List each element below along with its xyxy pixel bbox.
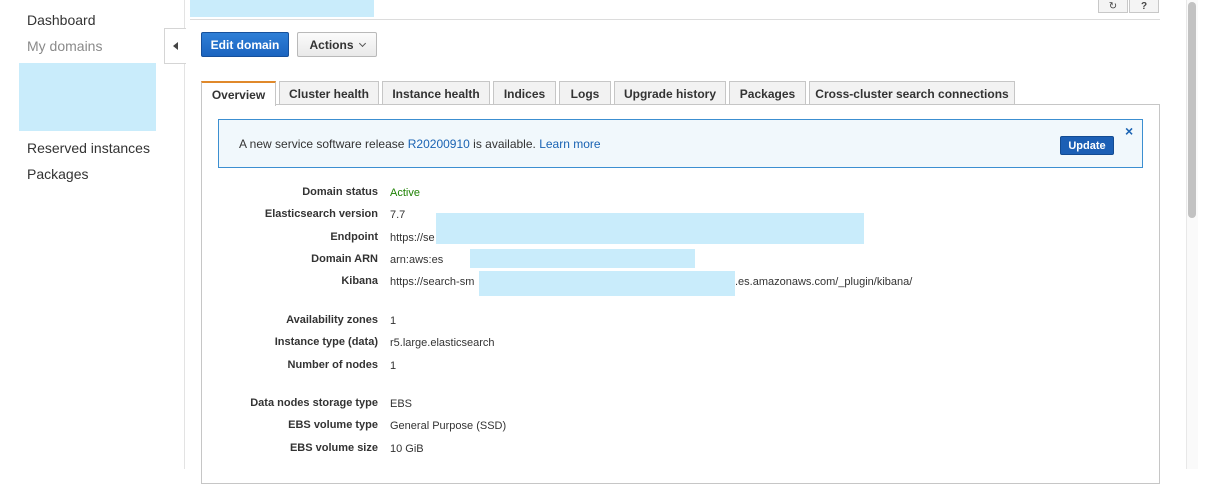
redacted-domain-list bbox=[19, 63, 156, 131]
caret-left-icon bbox=[173, 42, 178, 50]
chevron-down-icon bbox=[358, 39, 366, 47]
refresh-button[interactable]: ↻ bbox=[1098, 0, 1128, 13]
tab-upgrade-history[interactable]: Upgrade history bbox=[614, 81, 726, 105]
storage-type-label: Data nodes storage type bbox=[250, 397, 378, 409]
left-navigation: Dashboard My domains Reserved instances … bbox=[0, 0, 185, 469]
close-icon[interactable]: × bbox=[1125, 124, 1133, 138]
help-icon: ? bbox=[1140, 0, 1148, 12]
edit-domain-button[interactable]: Edit domain bbox=[201, 32, 289, 57]
tab-cluster-health[interactable]: Cluster health bbox=[279, 81, 379, 105]
number-of-nodes-label: Number of nodes bbox=[287, 359, 378, 371]
scrollbar-thumb[interactable] bbox=[1188, 2, 1196, 218]
header-divider bbox=[190, 19, 1160, 20]
ebs-volume-type-value: General Purpose (SSD) bbox=[390, 420, 507, 432]
availability-zones-label: Availability zones bbox=[286, 314, 378, 326]
nav-reserved-instances[interactable]: Reserved instances bbox=[27, 140, 150, 156]
redacted-domain-arn bbox=[470, 249, 695, 268]
software-update-notice: A new service software release R20200910… bbox=[218, 119, 1143, 168]
domain-status-label: Domain status bbox=[302, 186, 378, 198]
endpoint-label: Endpoint bbox=[330, 231, 378, 243]
ebs-volume-size-value: 10 GiB bbox=[390, 443, 424, 455]
help-button[interactable]: ? bbox=[1129, 0, 1159, 13]
ebs-volume-size-label: EBS volume size bbox=[289, 442, 378, 454]
domain-status-value: Active bbox=[390, 187, 420, 199]
instance-type-label: Instance type (data) bbox=[274, 336, 378, 348]
availability-zones-value: 1 bbox=[390, 315, 397, 327]
instance-type-value: r5.large.elasticsearch bbox=[390, 337, 495, 349]
release-link[interactable]: R20200910 bbox=[408, 137, 470, 151]
tab-logs[interactable]: Logs bbox=[559, 81, 611, 105]
tab-instance-health[interactable]: Instance health bbox=[382, 81, 490, 105]
domain-arn-value: arn:aws:es bbox=[390, 254, 444, 266]
nav-my-domains[interactable]: My domains bbox=[27, 38, 102, 54]
update-button[interactable]: Update bbox=[1060, 136, 1114, 155]
number-of-nodes-value: 1 bbox=[390, 360, 397, 372]
tab-indices[interactable]: Indices bbox=[493, 81, 556, 105]
tab-cross-cluster-search[interactable]: Cross-cluster search connections bbox=[809, 81, 1015, 105]
nav-packages[interactable]: Packages bbox=[27, 166, 88, 182]
endpoint-link[interactable]: https://se bbox=[390, 232, 435, 244]
actions-label: Actions bbox=[309, 37, 354, 52]
kibana-link-end[interactable]: .es.amazonaws.com/_plugin/kibana/ bbox=[735, 276, 912, 288]
tab-overview[interactable]: Overview bbox=[201, 81, 276, 106]
kibana-label: Kibana bbox=[341, 275, 378, 287]
kibana-link-start[interactable]: https://search-sm bbox=[390, 276, 474, 288]
redacted-domain-name bbox=[190, 0, 374, 17]
notice-text-suffix: is available. bbox=[469, 137, 540, 151]
es-version-label: Elasticsearch version bbox=[264, 208, 378, 220]
redacted-endpoint bbox=[436, 213, 864, 244]
redacted-kibana-host bbox=[479, 271, 735, 296]
actions-dropdown[interactable]: Actions bbox=[297, 32, 377, 57]
collapse-sidebar-button[interactable] bbox=[164, 28, 186, 64]
nav-dashboard[interactable]: Dashboard bbox=[27, 12, 96, 28]
es-version-value: 7.7 bbox=[390, 209, 406, 221]
storage-type-value: EBS bbox=[390, 398, 413, 410]
ebs-volume-type-label: EBS volume type bbox=[288, 419, 378, 431]
learn-more-link[interactable]: Learn more bbox=[539, 137, 600, 151]
domain-arn-label: Domain ARN bbox=[311, 253, 378, 265]
refresh-icon: ↻ bbox=[1108, 0, 1118, 12]
notice-message: A new service software release R20200910… bbox=[239, 137, 601, 151]
tab-packages[interactable]: Packages bbox=[729, 81, 806, 105]
notice-text-prefix: A new service software release bbox=[239, 137, 408, 151]
